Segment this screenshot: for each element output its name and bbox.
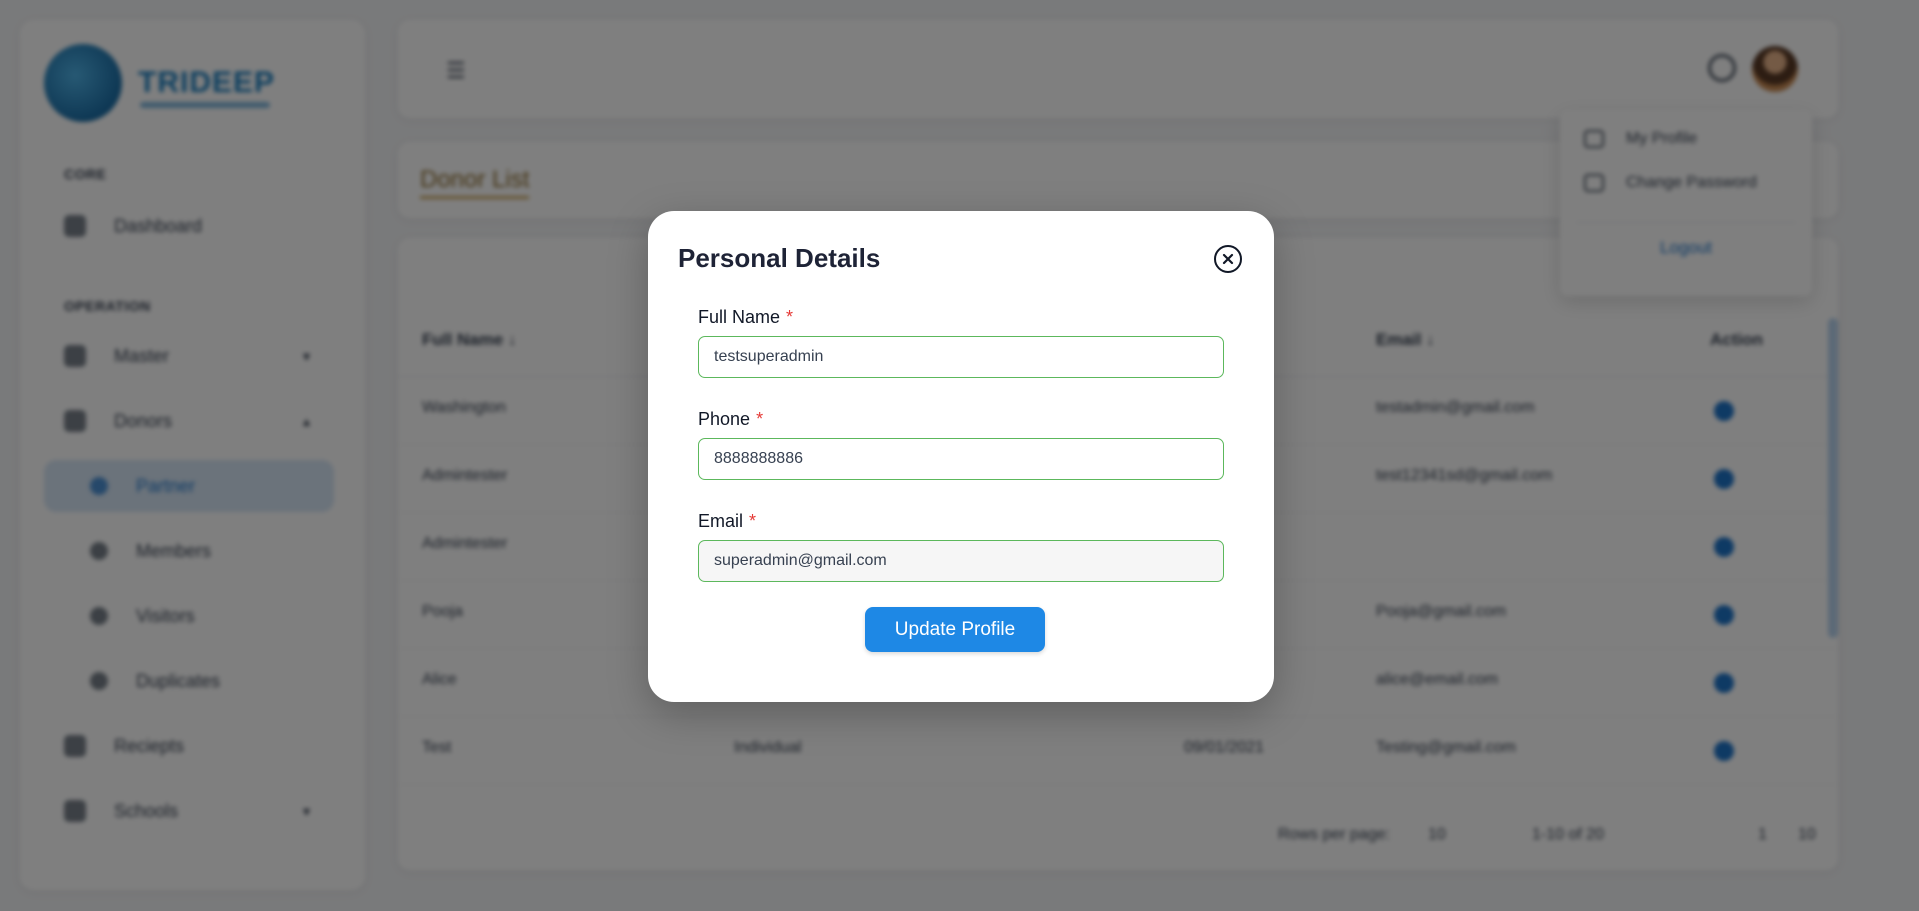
email-label-text: Email	[698, 511, 744, 531]
close-button[interactable]	[1214, 245, 1242, 273]
personal-details-dialog: Personal Details Full Name* Phone* Email…	[648, 211, 1274, 702]
email-label: Email *	[698, 511, 756, 532]
required-marker: *	[756, 409, 764, 429]
phone-label: Phone *	[698, 409, 763, 430]
close-icon	[1222, 253, 1234, 265]
phone-label-text: Phone	[698, 409, 751, 429]
dialog-title: Personal Details	[678, 243, 881, 273]
required-marker: *	[749, 511, 757, 531]
full-name-label: Full Name *	[698, 307, 793, 328]
full-name-label-text: Full Name	[698, 307, 781, 327]
full-name-field[interactable]	[698, 336, 1224, 378]
required-marker: *	[786, 307, 794, 327]
email-field[interactable]	[698, 540, 1224, 582]
update-profile-button[interactable]: Update Profile	[865, 607, 1045, 652]
phone-field[interactable]	[698, 438, 1224, 480]
